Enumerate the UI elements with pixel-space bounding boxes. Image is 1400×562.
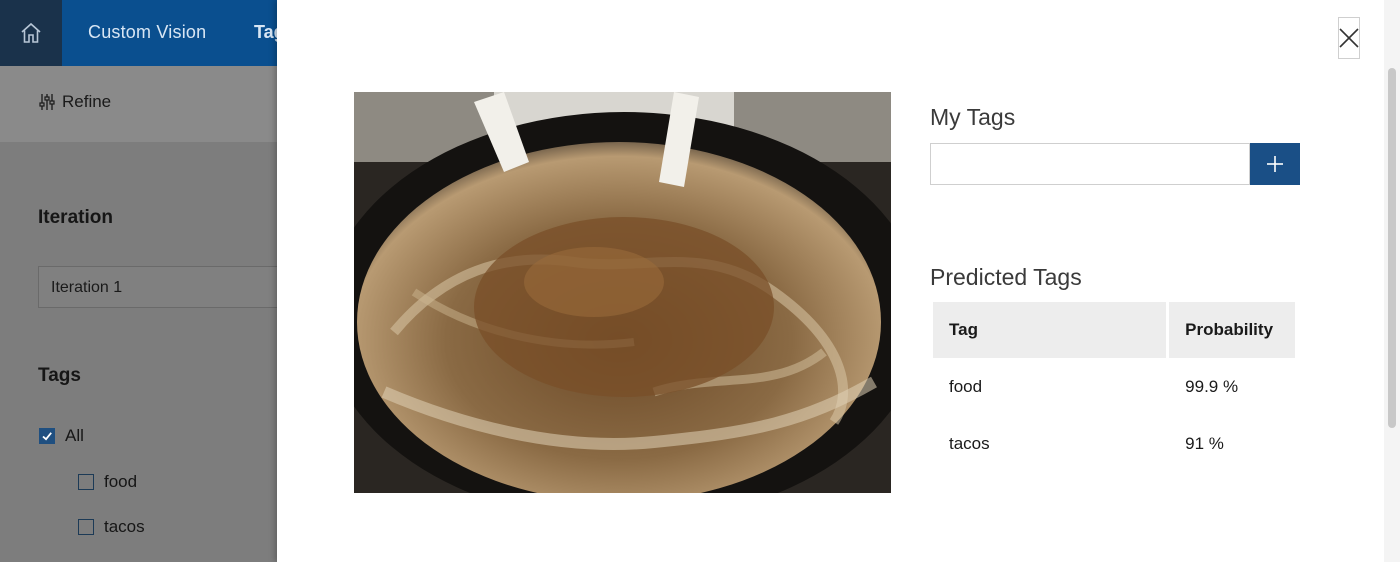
refine-label: Refine (62, 92, 112, 111)
scrollbar-thumb[interactable] (1388, 68, 1396, 428)
checkmark-icon (42, 432, 52, 441)
home-icon (21, 22, 41, 43)
checkbox[interactable] (78, 474, 94, 490)
sidebar (0, 142, 277, 562)
food-photo (354, 92, 891, 493)
image-detail-dialog: My Tags Predicted Tags Tag Probability f… (277, 0, 1400, 562)
checkbox-checked[interactable] (39, 428, 55, 444)
tag-filter-label: All (65, 426, 84, 445)
vertical-scrollbar[interactable] (1384, 0, 1400, 562)
tag-cell: food (949, 376, 983, 396)
home-button[interactable] (0, 0, 62, 66)
checkbox[interactable] (78, 519, 94, 535)
iteration-select[interactable]: Iteration 1 (38, 266, 278, 308)
app-title[interactable]: Custom Vision (88, 22, 206, 43)
table-header-row: Tag Probability (933, 302, 1295, 358)
column-header-probability: Probability (1169, 302, 1295, 358)
predicted-tags-heading: Predicted Tags (930, 264, 1082, 290)
predicted-tags-table: Tag Probability food 99.9 % tacos 91 % (930, 302, 1298, 472)
probability-cell: 91 % (1185, 433, 1224, 453)
table-row: tacos 91 % (933, 415, 1295, 472)
column-header-tag: Tag (933, 302, 1167, 358)
iteration-heading: Iteration (38, 207, 113, 228)
refine-button[interactable]: Refine (38, 92, 111, 112)
tag-filter-food[interactable]: food (78, 472, 137, 492)
tag-filter-label: food (104, 472, 138, 491)
add-tag-button[interactable] (1250, 143, 1300, 185)
image-preview (354, 92, 891, 493)
tag-cell: tacos (949, 433, 990, 453)
close-icon (1339, 28, 1359, 48)
tag-filter-all[interactable]: All (39, 426, 84, 446)
table-row: food 99.9 % (933, 358, 1295, 415)
close-button[interactable] (1338, 17, 1360, 59)
tag-filter-label: tacos (104, 517, 145, 536)
plus-icon (1267, 156, 1283, 172)
my-tags-heading: My Tags (930, 104, 1016, 130)
probability-cell: 99.9 % (1185, 376, 1239, 396)
tags-heading: Tags (38, 365, 81, 386)
tag-filter-tacos[interactable]: tacos (78, 517, 145, 537)
add-tag-input[interactable] (930, 143, 1250, 185)
sliders-icon (39, 94, 55, 110)
